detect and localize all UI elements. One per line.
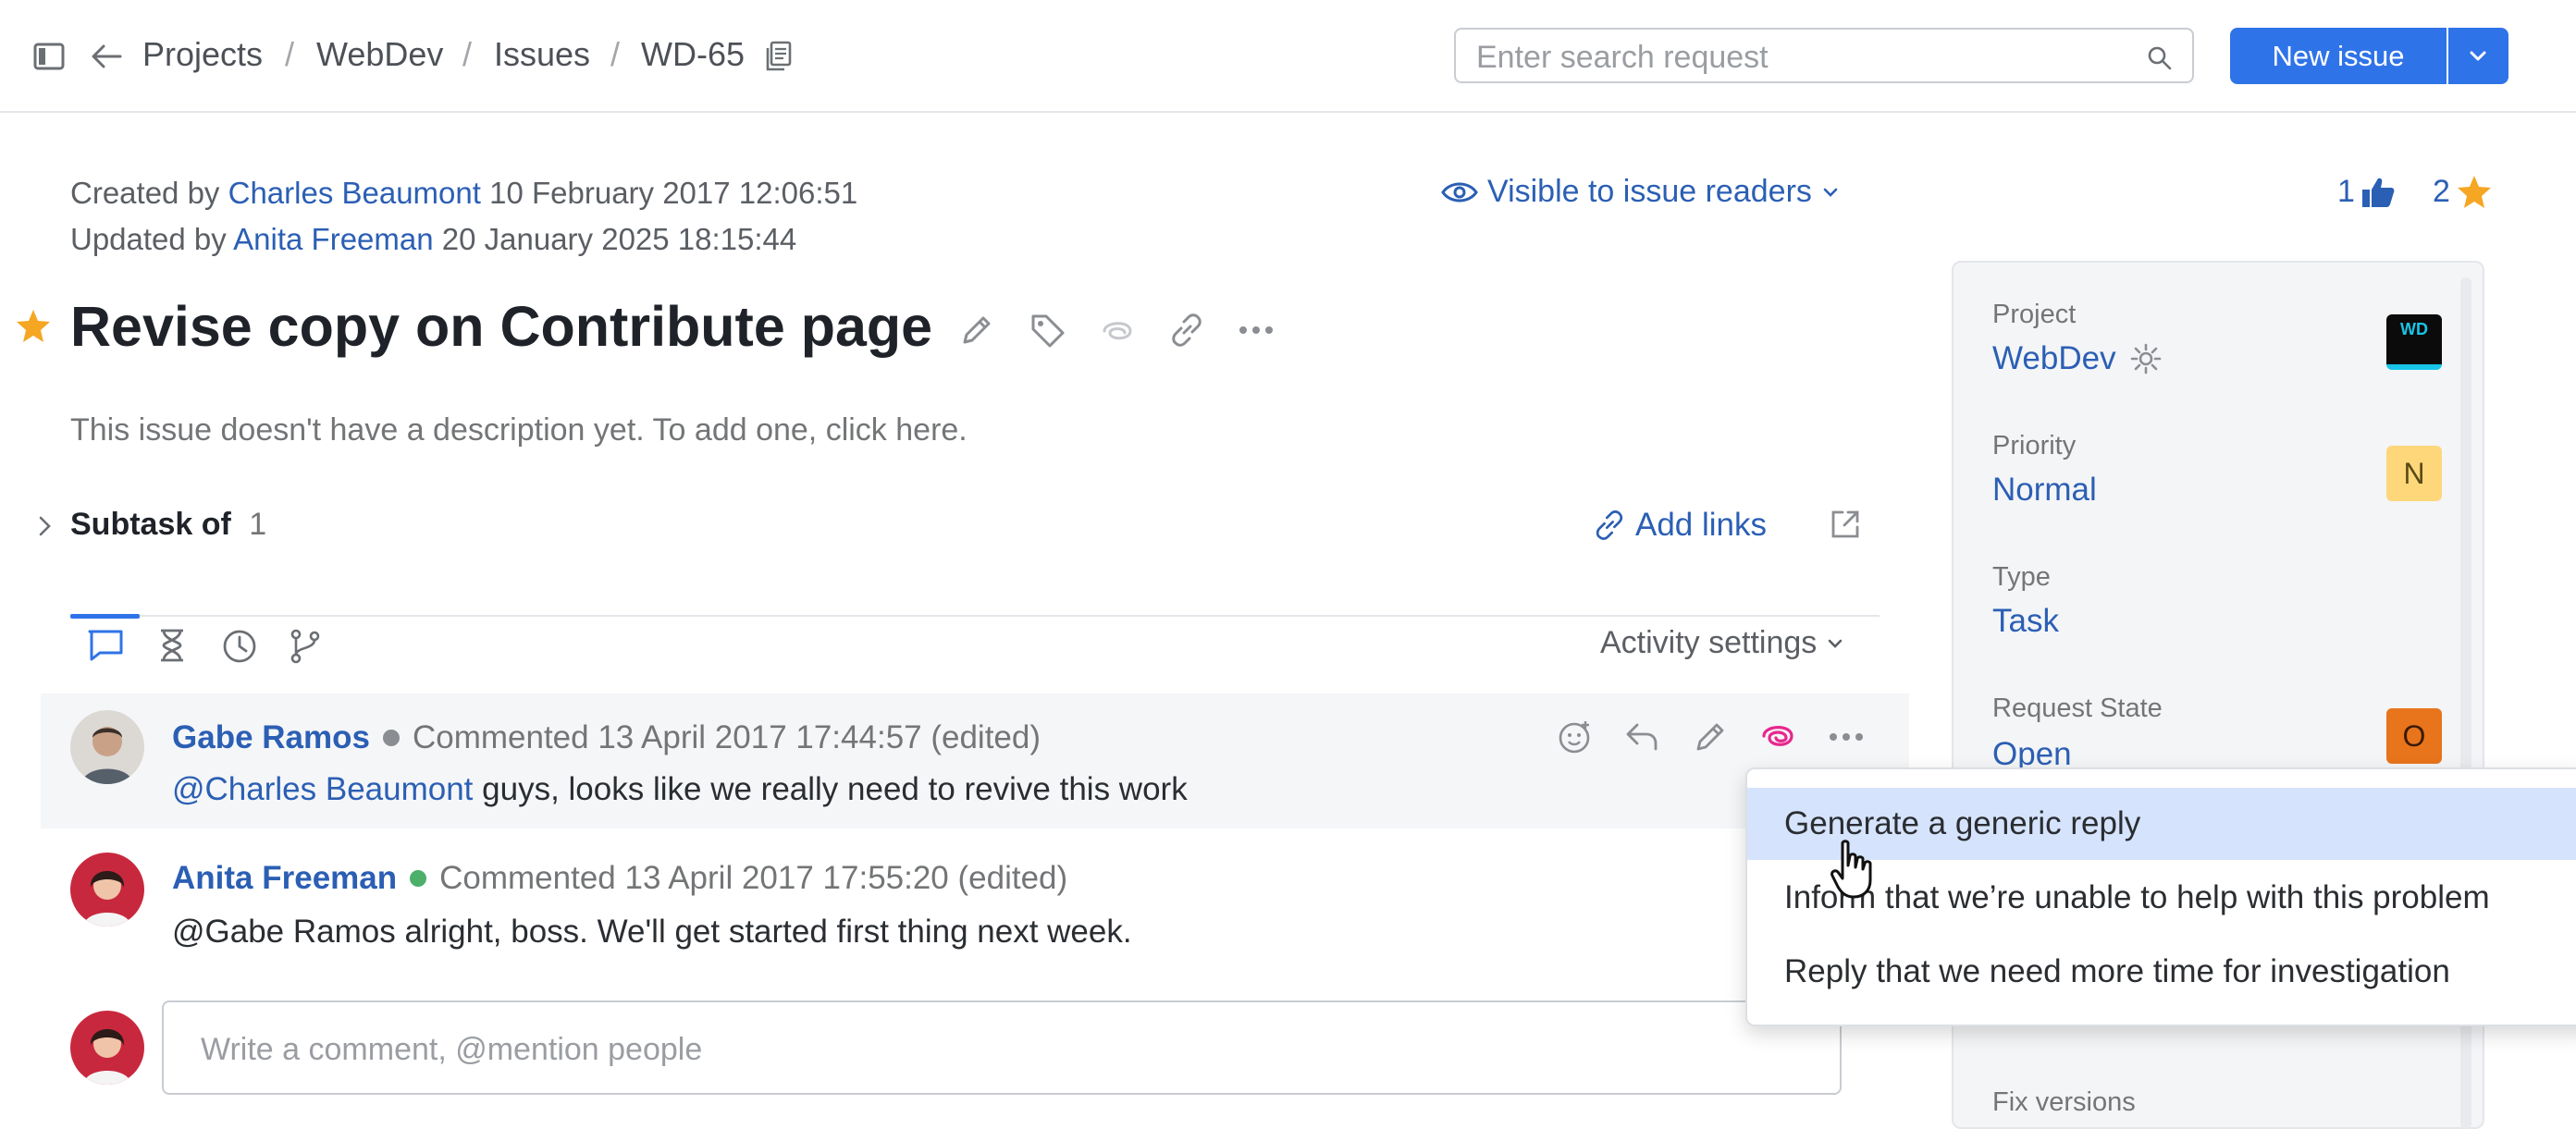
comment-input[interactable]: Write a comment, @mention people (162, 1000, 1842, 1095)
comment-header: Anita Freeman Commented 13 April 2017 17… (172, 860, 1067, 897)
updated-prefix: Updated by (70, 222, 227, 256)
created-line: Created by Charles Beaumont 10 February … (70, 176, 857, 211)
search-placeholder: Enter search request (1476, 40, 1769, 75)
field-label-fix-versions: Fix versions (1992, 1087, 2136, 1117)
add-links-button[interactable]: Add links (1593, 507, 1767, 544)
description-placeholder[interactable]: This issue doesn't have a description ye… (70, 412, 968, 448)
project-logo: WD (2386, 314, 2442, 370)
hand-cursor-icon (1830, 840, 1876, 901)
breadcrumb-issues[interactable]: Issues (494, 35, 590, 74)
comment-meta: Commented 13 April 2017 17:55:20 (edited… (439, 860, 1068, 896)
tab-timetracking-icon[interactable] (157, 629, 187, 662)
reply-icon[interactable] (1624, 721, 1659, 753)
gear-icon[interactable] (2129, 342, 2163, 375)
comment-body: @Gabe Ramos alright, boss. We'll get sta… (172, 914, 1132, 950)
tab-history-icon[interactable] (222, 629, 257, 664)
star-count: 2 (2433, 174, 2450, 209)
breadcrumb-separator: / (462, 35, 473, 73)
visibility-selector[interactable]: Visible to issue readers (1441, 174, 1840, 210)
menu-item-need-more-time[interactable]: Reply that we need more time for investi… (1747, 936, 2576, 1008)
activity-tab-divider (70, 615, 1880, 617)
comment-meta: Commented 13 April 2017 17:44:57 (edited… (412, 719, 1041, 755)
sidebar-toggle-icon[interactable] (33, 43, 65, 70)
add-reaction-icon[interactable] (1558, 719, 1593, 755)
issue-title: Revise copy on Contribute page (70, 295, 933, 358)
copy-id-icon[interactable] (764, 41, 794, 72)
updated-line: Updated by Anita Freeman 20 January 2025… (70, 222, 796, 257)
subtask-count: 1 (249, 507, 267, 542)
search-icon[interactable] (2148, 46, 2172, 70)
new-issue-button[interactable]: New issue (2230, 28, 2447, 84)
link-icon (1593, 509, 1626, 542)
breadcrumb-separator: / (285, 35, 295, 73)
star-vote-button[interactable]: 2 (2433, 174, 2493, 210)
created-date: 10 February 2017 12:06:51 (489, 176, 858, 210)
status-dot (382, 730, 400, 746)
creator-link[interactable]: Charles Beaumont (228, 176, 481, 210)
state-badge: O (2386, 708, 2442, 764)
breadcrumb-projects[interactable]: Projects (142, 35, 263, 74)
project-field[interactable]: WebDev (1992, 340, 2163, 377)
chevron-down-icon (2469, 50, 2487, 63)
activity-settings-label: Activity settings (1600, 625, 1818, 660)
field-label-state: Request State (1992, 693, 2163, 723)
field-label-priority: Priority (1992, 431, 2077, 460)
eye-icon (1441, 178, 1478, 206)
field-label-type: Type (1992, 562, 2051, 592)
comment-header: Gabe Ramos Commented 13 April 2017 17:44… (172, 719, 1041, 756)
like-button[interactable]: 1 (2337, 174, 2396, 210)
edit-comment-icon[interactable] (1693, 719, 1728, 755)
field-label-project: Project (1992, 300, 2077, 329)
comment-body: @Charles Beaumont guys, looks like we re… (172, 771, 1188, 808)
updater-link[interactable]: Anita Freeman (233, 222, 433, 256)
mention-link[interactable]: @Charles Beaumont (172, 771, 473, 807)
more-options-icon[interactable] (1238, 325, 1275, 335)
breadcrumb-webdev[interactable]: WebDev (316, 35, 443, 74)
comment-more-icon[interactable] (1828, 732, 1865, 742)
subtask-label: Subtask of (70, 507, 231, 542)
subtask-row[interactable]: Subtask of 1 (70, 507, 266, 543)
avatar[interactable] (70, 710, 144, 784)
link-icon[interactable] (1168, 313, 1205, 348)
ai-assistant-icon[interactable] (1759, 719, 1796, 753)
thumbs-up-icon (2360, 176, 2396, 209)
tab-vcs-icon[interactable] (289, 629, 322, 664)
comment-placeholder: Write a comment, @mention people (201, 1032, 703, 1067)
comment-author[interactable]: Anita Freeman (172, 860, 397, 897)
new-issue-dropdown-button[interactable] (2448, 28, 2508, 84)
chevron-down-icon (1821, 186, 1840, 199)
type-value[interactable]: Task (1992, 603, 2059, 640)
comment-text: guys, looks like we really need to reviv… (473, 771, 1188, 807)
open-external-icon[interactable] (1830, 509, 1861, 540)
favorite-star-icon[interactable] (15, 309, 52, 344)
comment-author[interactable]: Gabe Ramos (172, 719, 370, 756)
created-prefix: Created by (70, 176, 220, 210)
priority-badge: N (2386, 446, 2442, 501)
breadcrumb-issue-id: WD-65 (641, 35, 746, 73)
active-tab-indicator (70, 614, 140, 619)
ai-assistant-icon[interactable] (1099, 314, 1136, 348)
back-arrow-icon[interactable] (91, 43, 122, 70)
star-icon (2456, 175, 2493, 210)
add-links-label: Add links (1635, 507, 1768, 543)
comment-highlight (41, 693, 1909, 828)
like-count: 1 (2337, 174, 2355, 209)
chevron-right-icon[interactable] (35, 514, 55, 538)
tab-comments-icon[interactable] (87, 629, 124, 662)
priority-value[interactable]: Normal (1992, 472, 2097, 509)
avatar[interactable] (70, 853, 144, 927)
status-dot (410, 870, 427, 887)
chevron-down-icon (1826, 637, 1844, 650)
visibility-label: Visible to issue readers (1487, 174, 1812, 209)
updated-date: 20 January 2025 18:15:44 (441, 222, 797, 256)
edit-pencil-icon[interactable] (959, 313, 994, 348)
project-value: WebDev (1992, 340, 2116, 376)
breadcrumb-separator: / (610, 35, 621, 73)
search-input[interactable]: Enter search request (1454, 28, 2194, 83)
avatar (70, 1011, 144, 1085)
tag-icon[interactable] (1029, 313, 1066, 348)
activity-settings-button[interactable]: Activity settings (1600, 625, 1844, 661)
